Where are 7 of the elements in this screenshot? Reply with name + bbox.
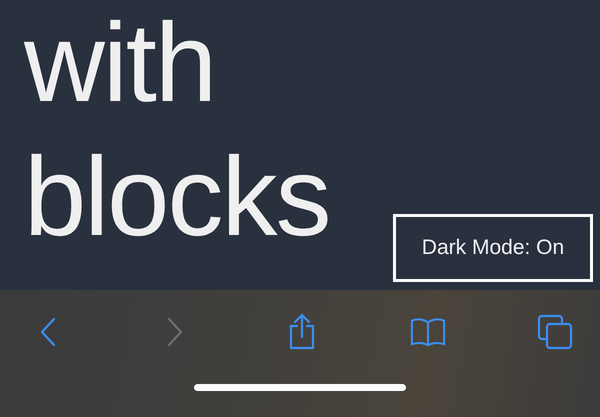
back-chevron-icon bbox=[39, 317, 57, 347]
heading-line: blocks bbox=[24, 134, 330, 260]
heading-line: with bbox=[24, 0, 216, 126]
book-icon bbox=[410, 316, 446, 348]
forward-chevron-icon bbox=[166, 317, 184, 347]
tabs-icon bbox=[537, 314, 573, 350]
dark-mode-indicator: Dark Mode: On bbox=[393, 214, 593, 282]
